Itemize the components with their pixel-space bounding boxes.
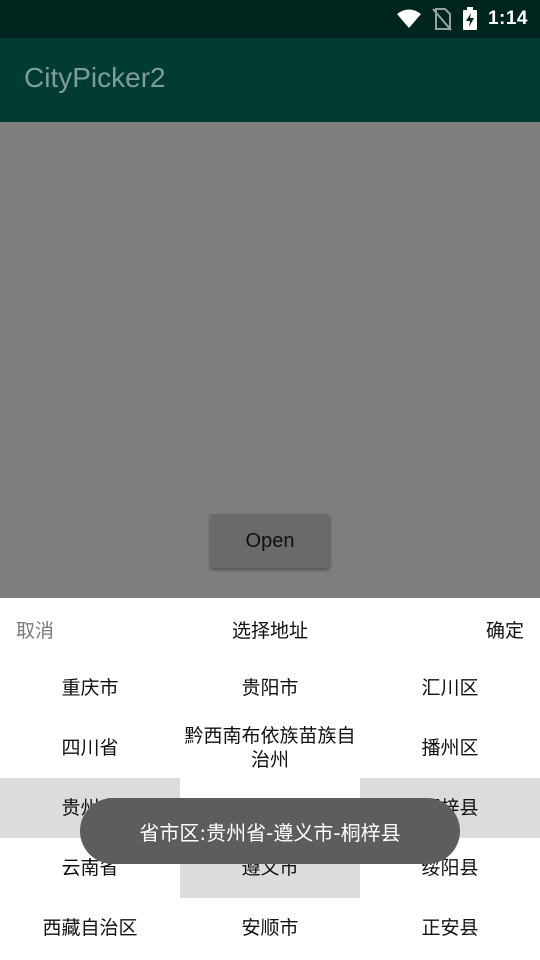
- district-item[interactable]: 播州区: [360, 718, 540, 778]
- picker-header: 取消 选择地址 确定: [0, 598, 540, 658]
- picker-title: 选择地址: [231, 620, 308, 642]
- battery-charging-icon: [462, 7, 477, 30]
- city-item[interactable]: 黔西南布依族苗族自治州: [180, 718, 360, 778]
- status-icons: 1:14: [396, 0, 528, 38]
- city-picker-sheet: 取消 选择地址 确定 重庆市 四川省 贵州省 云南省 西藏自治区 贵阳市 黔西南…: [0, 598, 540, 960]
- app-title: CityPicker2: [24, 62, 166, 93]
- status-time: 1:14: [487, 8, 528, 29]
- province-item[interactable]: 四川省: [0, 718, 180, 778]
- status-bar: 1:14: [0, 0, 540, 38]
- district-item[interactable]: 正安县: [360, 898, 540, 958]
- district-item[interactable]: 汇川区: [360, 658, 540, 718]
- confirm-button[interactable]: 确定: [486, 616, 524, 643]
- open-button[interactable]: Open: [210, 514, 330, 568]
- no-sim-icon: [432, 8, 452, 31]
- app-bar: CityPicker2: [0, 38, 540, 122]
- wifi-icon: [396, 9, 421, 28]
- province-item[interactable]: 西藏自治区: [0, 898, 180, 958]
- city-item[interactable]: 安顺市: [180, 898, 360, 958]
- city-item[interactable]: 贵阳市: [180, 658, 360, 718]
- main-content: Open: [0, 122, 540, 598]
- toast-message: 省市区:贵州省-遵义市-桐梓县: [80, 798, 460, 864]
- province-item[interactable]: 重庆市: [0, 658, 180, 718]
